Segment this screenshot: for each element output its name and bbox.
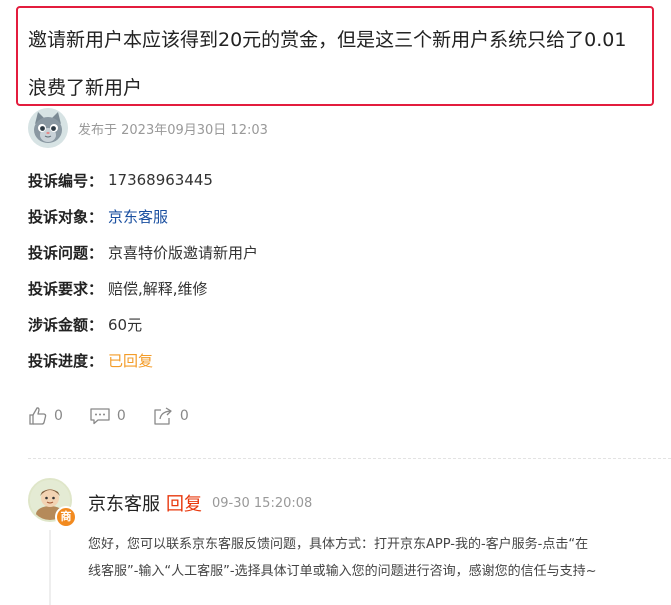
complaint-status-badge: 已回复 — [108, 351, 154, 370]
share-count: 0 — [179, 408, 189, 424]
section-divider — [28, 458, 671, 459]
complaint-request-value: 赔偿,解释,维修 — [108, 279, 208, 298]
info-row-complaint-id: 投诉编号： 17368963445 — [28, 162, 258, 198]
info-row-complaint-progress: 投诉进度： 已回复 — [28, 342, 258, 378]
complaint-title-line-1: 邀请新用户本应该得到20元的赏金，但是这三个新用户系统只给了0.01 — [28, 29, 627, 51]
post-time: 发布于 2023年09月30日 12:03 — [78, 122, 268, 138]
reply-body: 您好，您可以联系京东客服反馈问题，具体方式：打开京东APP-我的-客户服务-点击… — [88, 531, 648, 585]
reply-body-line-2: 线客服”-输入“人工客服”-选择具体订单或输入您的问题进行咨询，感谢您的信任与支… — [88, 564, 597, 579]
share-icon — [154, 407, 172, 425]
timeline-line — [49, 530, 51, 605]
comment-count: 0 — [116, 408, 126, 424]
complaint-amount-value: 60元 — [108, 315, 143, 334]
complaint-issue-value: 京喜特价版邀请新用户 — [108, 243, 259, 262]
complaint-title-line-2: 浪费了新用户 — [28, 77, 143, 99]
complaint-target-link[interactable]: 京东客服 — [108, 206, 168, 227]
user-avatar[interactable] — [28, 108, 68, 148]
like-button[interactable]: 0 — [28, 406, 63, 426]
cat-avatar-icon — [28, 108, 68, 148]
info-label: 涉诉金额： — [28, 315, 104, 334]
comment-icon — [90, 408, 110, 425]
info-row-complaint-request: 投诉要求： 赔偿,解释,维修 — [28, 270, 258, 306]
complaint-title-highlight: 邀请新用户本应该得到20元的赏金，但是这三个新用户系统只给了0.01 浪费了新用… — [16, 6, 654, 106]
merchant-badge: 商 — [55, 506, 77, 528]
author-row: 发布于 2023年09月30日 12:03 — [28, 108, 268, 148]
reply-time: 09-30 15:20:08 — [212, 495, 313, 511]
info-label: 投诉对象： — [28, 207, 104, 226]
complaint-detail-page: 邀请新用户本应该得到20元的赏金，但是这三个新用户系统只给了0.01 浪费了新用… — [0, 0, 671, 605]
reply-body-line-1: 您好，您可以联系京东客服反馈问题，具体方式：打开京东APP-我的-客户服务-点击… — [88, 537, 589, 552]
comment-button[interactable]: 0 — [89, 406, 126, 426]
info-row-complaint-target: 投诉对象： 京东客服 — [28, 198, 258, 234]
complaint-info-list: 投诉编号： 17368963445 投诉对象： 京东客服 投诉问题： 京喜特价版… — [28, 162, 258, 378]
reply-avatar-wrap: 商 — [28, 478, 77, 528]
reply-author-name[interactable]: 京东客服 — [88, 490, 160, 516]
reply-tag: 回复 — [166, 494, 202, 515]
share-button[interactable]: 0 — [152, 406, 189, 426]
info-label: 投诉问题： — [28, 243, 104, 262]
info-row-complaint-issue: 投诉问题： 京喜特价版邀请新用户 — [28, 234, 258, 270]
info-label: 投诉编号： — [28, 171, 104, 190]
like-count: 0 — [54, 408, 63, 424]
info-row-complaint-amount: 涉诉金额： 60元 — [28, 306, 258, 342]
action-bar: 0 0 0 — [28, 404, 215, 428]
info-label: 投诉进度： — [28, 351, 104, 370]
complaint-id-value: 17368963445 — [108, 171, 213, 189]
reply-header: 京东客服 回复 09-30 15:20:08 — [88, 488, 312, 518]
thumbs-up-icon — [29, 407, 47, 425]
info-label: 投诉要求： — [28, 279, 104, 298]
